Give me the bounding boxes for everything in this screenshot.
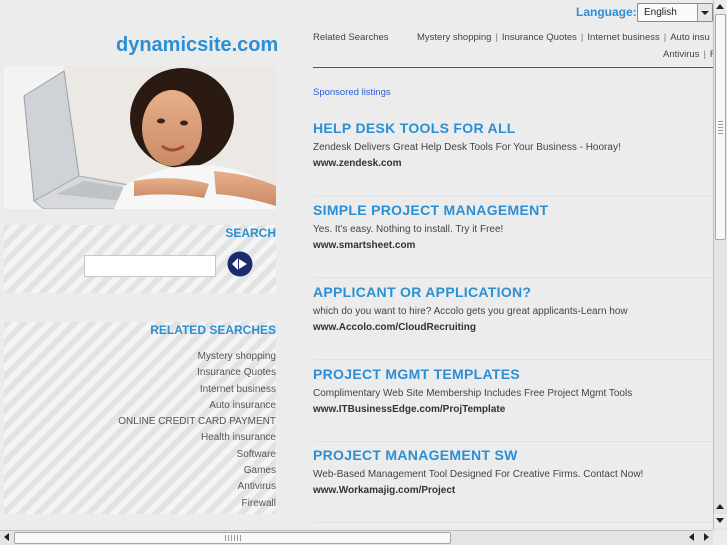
language-select[interactable]: English	[637, 3, 713, 22]
related-search-link[interactable]: ONLINE CREDIT CARD PAYMENT	[118, 414, 276, 430]
nav-label: Related Searches	[313, 32, 389, 43]
grip-icon	[718, 120, 723, 134]
grip-icon	[225, 535, 241, 541]
related-search-link[interactable]: Insurance Quotes	[118, 365, 276, 381]
ad-title[interactable]: HELP DESK TOOLS FOR ALL	[313, 120, 516, 136]
related-search-link[interactable]: Health insurance	[118, 430, 276, 446]
search-panel: SEARCH	[4, 225, 276, 293]
horizontal-scrollbar[interactable]	[0, 530, 713, 545]
related-search-link[interactable]: Mystery shopping	[118, 349, 276, 365]
related-search-link[interactable]: Firewall	[118, 496, 276, 512]
scroll-up-icon[interactable]	[714, 500, 727, 514]
scroll-right-icon[interactable]	[699, 531, 713, 545]
ad-url[interactable]: www.Accolo.com/CloudRecruiting	[313, 322, 476, 333]
ad-url[interactable]: www.Workamajig.com/Project	[313, 485, 455, 496]
search-input[interactable]	[84, 255, 216, 277]
ad-listing: HELP DESK TOOLS FOR ALL Zendesk Delivers…	[313, 120, 713, 196]
ad-title[interactable]: PROJECT MGMT TEMPLATES	[313, 366, 520, 382]
nav-separator: |	[703, 49, 706, 60]
woman-laptop-photo	[4, 66, 276, 209]
top-nav: Related Searches Mystery shopping | Insura…	[313, 32, 716, 68]
ad-description: Complimentary Web Site Membership Includ…	[313, 388, 633, 399]
vertical-scrollbar[interactable]	[713, 0, 727, 530]
related-search-link[interactable]: Auto insurance	[118, 398, 276, 414]
ad-title[interactable]: APPLICANT OR APPLICATION?	[313, 284, 531, 300]
ad-url[interactable]: www.smartsheet.com	[313, 240, 415, 251]
nav-links-row: Antivirus|F	[663, 49, 716, 60]
related-searches-list: Mystery shopping Insurance Quotes Intern…	[118, 349, 276, 512]
scroll-down-icon[interactable]	[714, 514, 727, 528]
nav-link[interactable]: Insurance Quotes	[502, 32, 577, 43]
related-search-link[interactable]: Internet business	[118, 382, 276, 398]
ad-url[interactable]: www.zendesk.com	[313, 158, 402, 169]
hero-image	[4, 66, 276, 209]
related-searches-panel: RELATED SEARCHES Mystery shopping Insura…	[4, 322, 276, 514]
ad-listing: PROJECT MGMT TEMPLATES Complimentary Web…	[313, 366, 713, 442]
chevron-down-icon[interactable]	[697, 4, 712, 21]
ad-listing: PROJECT MANAGEMENT SW Web-Based Manageme…	[313, 447, 713, 523]
ad-description: Zendesk Delivers Great Help Desk Tools F…	[313, 142, 621, 153]
scroll-left-icon[interactable]	[685, 531, 699, 545]
ad-description: Yes. It's easy. Nothing to install. Try …	[313, 224, 504, 235]
scrollbar-corner	[713, 530, 727, 545]
scroll-left-icon[interactable]	[0, 531, 14, 545]
related-searches-title: RELATED SEARCHES	[150, 323, 276, 337]
vertical-scroll-thumb[interactable]	[715, 14, 726, 240]
nav-links-row: Mystery shopping | Insurance Quotes | Intern…	[417, 32, 710, 43]
nav-separator: |	[580, 32, 584, 43]
nav-separator: |	[495, 32, 498, 43]
search-title: SEARCH	[225, 226, 276, 240]
ad-title[interactable]: PROJECT MANAGEMENT SW	[313, 447, 518, 463]
arrow-circle-icon[interactable]	[226, 250, 254, 278]
ad-title[interactable]: SIMPLE PROJECT MANAGEMENT	[313, 202, 548, 218]
related-search-link[interactable]: Software	[118, 447, 276, 463]
ad-listing: SIMPLE PROJECT MANAGEMENT Yes. It's easy…	[313, 202, 713, 278]
scroll-up-icon[interactable]	[714, 0, 727, 14]
ad-description: Web-Based Management Tool Designed For C…	[313, 469, 644, 480]
nav-link[interactable]: Auto insu	[670, 32, 710, 43]
site-name[interactable]: dynamicsite.com	[116, 34, 278, 57]
ad-url[interactable]: www.ITBusinessEdge.com/ProjTemplate	[313, 404, 505, 415]
nav-link[interactable]: Antivirus	[663, 49, 699, 60]
horizontal-scroll-thumb[interactable]	[14, 532, 451, 544]
ad-listing: APPLICANT OR APPLICATION? which do you w…	[313, 284, 713, 360]
nav-link[interactable]: Mystery shopping	[417, 32, 491, 43]
related-search-link[interactable]: Antivirus	[118, 479, 276, 495]
nav-link[interactable]: Internet business	[587, 32, 659, 43]
ad-description: which do you want to hire? Accolo gets y…	[313, 306, 628, 317]
language-label: Language:	[576, 5, 637, 19]
language-selected-value: English	[644, 7, 677, 18]
sponsored-listings-label: Sponsored listings	[313, 87, 391, 98]
related-search-link[interactable]: Games	[118, 463, 276, 479]
nav-separator: |	[663, 32, 667, 43]
